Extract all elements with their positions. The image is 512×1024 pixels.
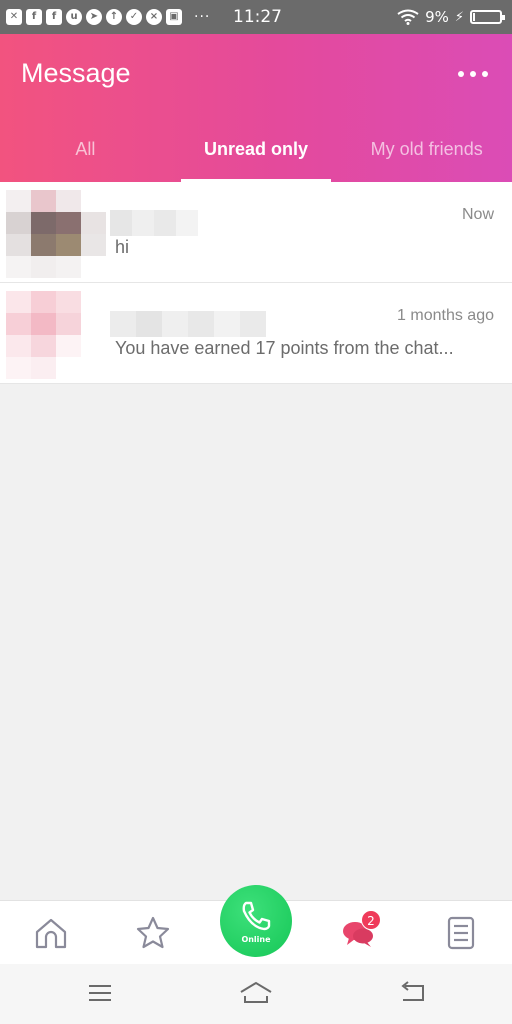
avatar (6, 190, 106, 278)
nav-chat[interactable]: 2 (339, 910, 381, 953)
status-right: 9% ⚡ (397, 7, 505, 27)
tab-all[interactable]: All (0, 132, 171, 182)
contact-name-blurred (110, 311, 266, 337)
check-icon: ✓ (126, 9, 142, 25)
call-online-button[interactable]: Online (220, 885, 292, 957)
nav-contacts[interactable] (441, 913, 481, 953)
contacts-icon (447, 916, 475, 950)
call-label: Online (241, 934, 271, 944)
battery-icon (470, 10, 505, 24)
x-icon: ✕ (6, 9, 22, 25)
wifi-icon (397, 9, 419, 25)
more-dots-icon (470, 71, 476, 77)
message-time: Now (461, 206, 494, 223)
charging-icon: ⚡ (454, 9, 464, 25)
more-options-button[interactable] (458, 64, 488, 84)
nav-home[interactable] (31, 913, 71, 953)
phone-icon (242, 901, 271, 930)
system-home-button[interactable] (238, 978, 274, 1008)
system-back-button[interactable] (394, 978, 430, 1008)
message-row[interactable]: 1 months ago You have earned 17 points f… (0, 283, 512, 384)
close-circle-icon: × (146, 9, 162, 25)
system-nav-bar (0, 964, 512, 1024)
back-icon (401, 981, 424, 1001)
message-preview: You have earned 17 points from the chat.… (115, 338, 454, 358)
nav-favorites[interactable] (133, 913, 173, 953)
page-title: Message (21, 58, 131, 88)
battery-level (473, 13, 475, 21)
menu-icon (89, 985, 111, 1001)
message-preview: hi (115, 237, 130, 257)
app-header: Message All Unread only My old friends (0, 34, 512, 182)
facebook-icon: f (46, 9, 62, 25)
notification-icons: ✕ f f u ➤ ↑ ✓ × ▣ ··· (6, 8, 210, 26)
upload-icon: ↑ (106, 9, 122, 25)
facebook-icon: f (26, 9, 42, 25)
image-icon: ▣ (166, 9, 182, 25)
system-menu-button[interactable] (82, 978, 118, 1008)
more-dots-icon (482, 71, 488, 77)
status-bar: ✕ f f u ➤ ↑ ✓ × ▣ ··· 11:27 9% ⚡ (0, 0, 512, 34)
more-notifications-icon: ··· (194, 9, 211, 25)
battery-percent: 9% (425, 8, 449, 26)
contact-name-blurred (110, 210, 198, 236)
home-outline-icon (240, 981, 272, 1003)
telegram-icon: ➤ (86, 9, 102, 25)
bottom-nav: Online 2 (0, 885, 512, 964)
uc-icon: u (66, 9, 82, 25)
message-list: Now hi 1 months ago You have earned 17 p… (0, 182, 512, 384)
home-icon (35, 918, 67, 949)
avatar (6, 291, 106, 379)
tab-my-old-friends[interactable]: My old friends (341, 132, 512, 182)
more-dots-icon (458, 71, 464, 77)
tab-unread-only[interactable]: Unread only (171, 132, 342, 182)
chat-badge: 2 (361, 910, 381, 930)
message-time: 1 months ago (397, 307, 494, 324)
star-icon (136, 916, 170, 949)
tab-bar: All Unread only My old friends (0, 132, 512, 182)
message-row[interactable]: Now hi (0, 182, 512, 283)
status-time: 11:27 (233, 7, 282, 27)
